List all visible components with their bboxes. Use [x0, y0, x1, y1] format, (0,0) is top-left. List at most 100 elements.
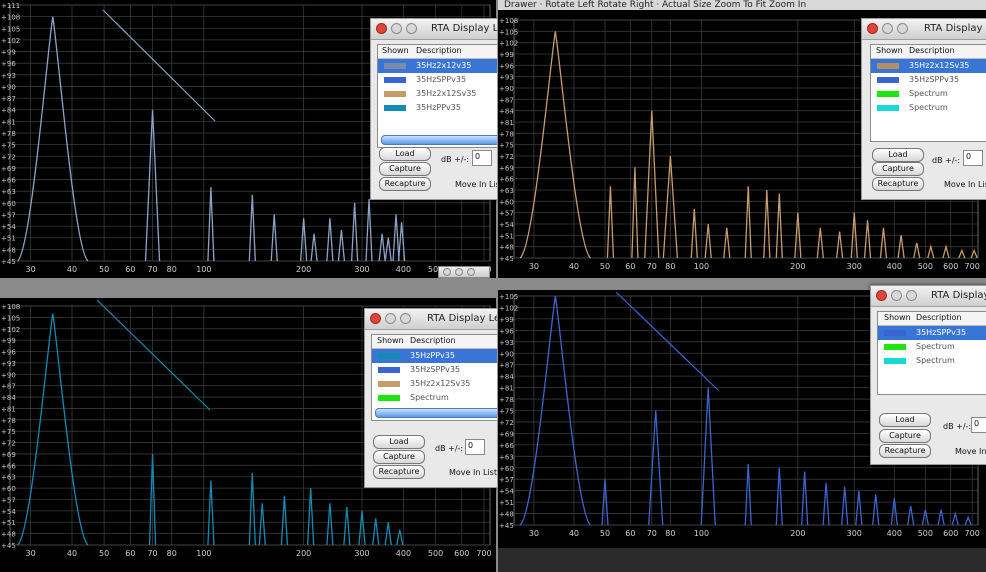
y-tick-label: +105 — [499, 28, 518, 36]
y-tick-label: +69 — [1, 165, 16, 173]
close-icon[interactable] — [376, 23, 387, 34]
legend-row[interactable]: 35HzPPv35 — [372, 349, 497, 363]
legend-row[interactable]: 35HzSPPv35 — [378, 73, 497, 87]
close-icon[interactable] — [370, 313, 381, 324]
legend-row[interactable]: 35HzSPPv35 — [871, 73, 986, 87]
y-tick-label: +45 — [499, 522, 514, 530]
move-in-list-label: Move In Lis — [455, 180, 498, 189]
close-icon[interactable] — [867, 23, 878, 34]
legend-row[interactable]: Spectrum — [871, 87, 986, 101]
y-tick-label: +93 — [499, 74, 514, 82]
y-tick-label: +72 — [499, 419, 514, 427]
capture-button[interactable]: Capture — [872, 162, 924, 176]
legend-row[interactable]: Spectrum — [878, 354, 986, 368]
legend-row[interactable]: Spectrum — [878, 340, 986, 354]
close-icon[interactable] — [876, 290, 887, 301]
y-tick-label: +111 — [1, 2, 20, 10]
y-tick-label: +90 — [499, 85, 514, 93]
legend-swatch — [877, 91, 899, 97]
legend-row[interactable]: 35HzSPPv35 — [372, 363, 497, 377]
x-tick-label: 80 — [167, 265, 177, 274]
recapture-button[interactable]: Recapture — [872, 177, 924, 191]
x-tick-label: 40 — [67, 549, 77, 558]
x-tick-label: 300 — [847, 529, 862, 538]
y-tick-label: +57 — [1, 496, 16, 504]
recapture-button[interactable]: Recapture — [879, 444, 931, 458]
db-field[interactable]: 0 — [465, 439, 485, 455]
legend-row[interactable]: Spectrum — [372, 391, 497, 405]
legend-list[interactable]: Shown Description 35Hz2x12v35 35HzSPPv35 3… — [377, 44, 497, 148]
legend-rows: 35HzPPv35 35HzSPPv35 35Hz2x12Sv35 Spectrum — [372, 349, 497, 405]
x-tick-label: 200 — [296, 549, 311, 558]
minimize-icon[interactable] — [891, 290, 902, 301]
legend-titlebar[interactable]: RTA Display L — [862, 19, 986, 40]
legend-row[interactable]: 35HzPPv35 — [378, 101, 497, 115]
y-tick-label: +99 — [1, 337, 16, 345]
load-button[interactable]: Load — [379, 147, 431, 161]
x-tick-label: 100 — [694, 529, 709, 538]
zoom-icon[interactable] — [400, 313, 411, 324]
load-button[interactable]: Load — [879, 413, 931, 427]
capture-button[interactable]: Capture — [373, 450, 425, 464]
load-button[interactable]: Load — [872, 148, 924, 162]
legend-row[interactable]: 35Hz2x12v35 — [378, 59, 497, 73]
x-tick-label: 500 — [428, 549, 443, 558]
legend-scrollbar[interactable] — [375, 408, 497, 418]
y-tick-label: +84 — [499, 373, 514, 381]
x-tick-label: 50 — [99, 549, 109, 558]
y-tick-label: +57 — [1, 211, 16, 219]
y-tick-label: +78 — [1, 130, 16, 138]
y-tick-label: +54 — [499, 488, 514, 496]
legend-list[interactable]: Shown Description 35Hz2x12Sv35 35HzSPPv35… — [870, 44, 986, 142]
legend-scrollbar[interactable] — [381, 135, 497, 145]
col-shown: Shown — [876, 46, 903, 55]
minimize-icon[interactable] — [385, 313, 396, 324]
zoom-icon[interactable] — [906, 290, 917, 301]
y-tick-label: +69 — [1, 451, 16, 459]
col-shown: Shown — [884, 313, 911, 322]
y-tick-label: +63 — [499, 187, 514, 195]
zoom-icon[interactable] — [897, 23, 908, 34]
recapture-button[interactable]: Recapture — [373, 465, 425, 479]
legend-list[interactable]: Shown Description 35HzPPv35 35HzSPPv35 35H… — [371, 334, 497, 421]
capture-button[interactable]: Capture — [379, 162, 431, 176]
window-dot-icon[interactable] — [467, 268, 475, 276]
x-tick-label: 50 — [600, 262, 610, 271]
legend-rows: 35Hz2x12v35 35HzSPPv35 35Hz2x12Sv35 35HzPPv… — [378, 59, 497, 115]
legend-row[interactable]: 35Hz2x12Sv35 — [871, 59, 986, 73]
y-tick-label: +63 — [1, 188, 16, 196]
legend-row[interactable]: 35Hz2x12Sv35 — [378, 87, 497, 101]
x-tick-label: 70 — [647, 262, 657, 271]
legend-list[interactable]: Shown Description 35HzSPPv35 Spectrum Spec… — [877, 311, 986, 395]
legend-titlebar[interactable]: RTA Display Le — [365, 309, 497, 330]
zoom-icon[interactable] — [406, 23, 417, 34]
recapture-button[interactable]: Recapture — [379, 177, 431, 191]
legend-description: 35Hz2x12v35 — [416, 61, 472, 70]
load-button[interactable]: Load — [373, 435, 425, 449]
legend-row[interactable]: 35Hz2x12Sv35 — [372, 377, 497, 391]
y-tick-label: +84 — [1, 394, 16, 402]
y-tick-label: +105 — [1, 25, 20, 33]
move-in-list-label: Move In Lis — [944, 180, 986, 189]
db-field[interactable]: 0 — [472, 150, 492, 166]
legend-description: 35Hz2x12Sv35 — [416, 89, 477, 98]
legend-row[interactable]: Spectrum — [871, 101, 986, 115]
x-tick-label: 400 — [396, 549, 411, 558]
capture-button[interactable]: Capture — [879, 429, 931, 443]
window-dot-icon[interactable] — [443, 268, 451, 276]
x-tick-label: 50 — [600, 529, 610, 538]
legend-titlebar[interactable]: RTA Display Le — [371, 19, 497, 40]
window-dot-icon[interactable] — [455, 268, 463, 276]
y-tick-label: +78 — [1, 417, 16, 425]
legend-titlebar[interactable]: RTA Display — [871, 286, 986, 307]
minimized-window-bar[interactable] — [438, 266, 490, 278]
y-tick-label: +78 — [499, 396, 514, 404]
y-tick-label: +48 — [1, 531, 16, 539]
db-field[interactable]: 0 — [963, 150, 983, 166]
db-field[interactable]: 0 — [971, 417, 986, 433]
minimize-icon[interactable] — [882, 23, 893, 34]
minimize-icon[interactable] — [391, 23, 402, 34]
toolbar-text: Drawer · Rotate Left Rotate Right · Actu… — [504, 0, 807, 10]
legend-row[interactable]: 35HzSPPv35 — [878, 326, 986, 340]
x-tick-label: 80 — [665, 262, 675, 271]
